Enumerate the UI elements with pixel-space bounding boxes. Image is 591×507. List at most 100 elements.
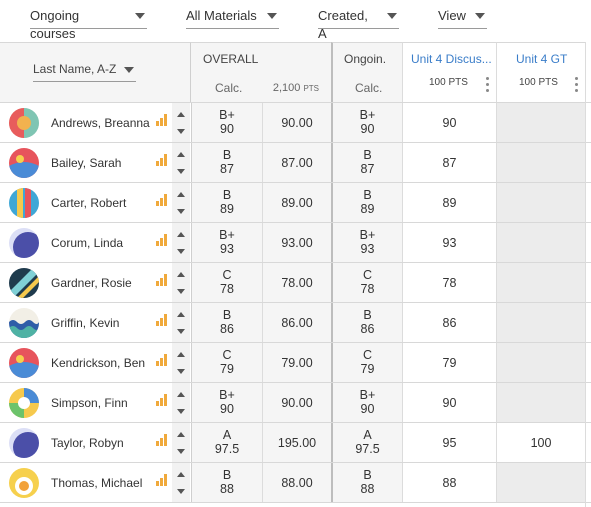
ongoing-column-header[interactable]: Ongoin. Calc. [331, 42, 402, 102]
row-stepper[interactable] [172, 263, 190, 303]
bar-chart-icon[interactable] [156, 234, 169, 246]
student-name[interactable]: Kendrickson, Ben [51, 356, 145, 370]
row-stepper[interactable] [172, 463, 190, 503]
assignment-header-unit4-gt[interactable]: Unit 4 GT 100 PTS [496, 42, 585, 102]
view-dropdown[interactable]: View [438, 7, 487, 29]
sort-created-dropdown[interactable]: Created, A [318, 7, 399, 41]
chevron-up-icon[interactable] [177, 232, 185, 237]
chevron-down-icon[interactable] [177, 449, 185, 454]
table-row: Thomas, Michael B 88 88.00 B 88 88 [0, 463, 591, 503]
student-cell[interactable]: Corum, Linda [0, 223, 172, 263]
unit4-gt-score-cell[interactable]: 100 [496, 423, 585, 463]
chevron-down-icon[interactable] [177, 369, 185, 374]
student-name[interactable]: Carter, Robert [51, 196, 126, 210]
unit4-gt-score-cell[interactable] [496, 183, 585, 223]
row-stepper[interactable] [172, 183, 190, 223]
bar-chart-icon[interactable] [156, 194, 169, 206]
bar-chart-icon[interactable] [156, 434, 169, 446]
student-cell[interactable]: Gardner, Rosie [0, 263, 172, 303]
chevron-down-icon[interactable] [177, 489, 185, 494]
chevron-up-icon[interactable] [177, 272, 185, 277]
unit4-gt-score-cell[interactable] [496, 263, 585, 303]
chevron-up-icon[interactable] [177, 432, 185, 437]
bar-chart-icon[interactable] [156, 474, 169, 486]
unit4-discussion-score-cell[interactable]: 88 [402, 463, 496, 503]
unit4-discussion-score-cell[interactable]: 79 [402, 343, 496, 383]
chevron-up-icon[interactable] [177, 392, 185, 397]
student-sort-dropdown[interactable]: Last Name, A-Z [33, 60, 136, 82]
chevron-down-icon[interactable] [177, 409, 185, 414]
overall-column-header[interactable]: OVERALL Calc. 2,100 PTS [190, 42, 331, 102]
student-cell[interactable]: Carter, Robert [0, 183, 172, 223]
unit4-gt-score-cell[interactable] [496, 383, 585, 423]
courses-filter-dropdown[interactable]: Ongoing courses [30, 7, 147, 41]
chevron-up-icon[interactable] [177, 192, 185, 197]
student-name[interactable]: Andrews, Breanna [51, 116, 150, 130]
unit4-discussion-score-cell[interactable]: 89 [402, 183, 496, 223]
student-cell[interactable]: Taylor, Robyn [0, 423, 172, 463]
unit4-gt-score-cell[interactable] [496, 303, 585, 343]
bar-chart-icon[interactable] [156, 114, 169, 126]
student-cell[interactable]: Simpson, Finn [0, 383, 172, 423]
overall-percent: 88 [220, 482, 234, 496]
unit4-gt-score-cell[interactable] [496, 463, 585, 503]
assignment-title[interactable]: Unit 4 Discus... [411, 52, 492, 66]
chevron-down-icon[interactable] [177, 329, 185, 334]
bar-chart-icon[interactable] [156, 154, 169, 166]
unit4-discussion-score-cell[interactable]: 86 [402, 303, 496, 343]
chevron-down-icon[interactable] [177, 169, 185, 174]
materials-filter-dropdown[interactable]: All Materials [186, 7, 279, 29]
unit4-gt-score-cell[interactable] [496, 223, 585, 263]
chevron-down-icon[interactable] [177, 209, 185, 214]
row-stepper[interactable] [172, 303, 190, 343]
student-name[interactable]: Simpson, Finn [51, 396, 128, 410]
unit4-discussion-score-cell[interactable]: 87 [402, 143, 496, 183]
unit4-discussion-score-cell[interactable]: 90 [402, 103, 496, 143]
ongoing-grade-cell: B 86 [331, 303, 402, 343]
chevron-down-icon[interactable] [177, 289, 185, 294]
chevron-up-icon[interactable] [177, 352, 185, 357]
row-stepper[interactable] [172, 343, 190, 383]
assignment-header-unit4-discussion[interactable]: Unit 4 Discus... 100 PTS [402, 42, 496, 102]
more-vertical-icon[interactable] [575, 77, 579, 93]
ongoing-percent: 79 [360, 362, 375, 376]
row-stepper[interactable] [172, 103, 190, 143]
bar-chart-icon[interactable] [156, 314, 169, 326]
unit4-discussion-score-cell[interactable]: 78 [402, 263, 496, 303]
unit4-discussion-score-cell[interactable]: 90 [402, 383, 496, 423]
chevron-up-icon[interactable] [177, 152, 185, 157]
bar-chart-icon[interactable] [156, 394, 169, 406]
row-stepper[interactable] [172, 143, 190, 183]
row-stepper[interactable] [172, 423, 190, 463]
bar-chart-icon[interactable] [156, 354, 169, 366]
bar-chart-icon[interactable] [156, 274, 169, 286]
student-name[interactable]: Corum, Linda [51, 236, 123, 250]
student-name[interactable]: Taylor, Robyn [51, 436, 124, 450]
student-cell[interactable]: Thomas, Michael [0, 463, 172, 503]
unit4-gt-score-cell[interactable] [496, 343, 585, 383]
row-stepper[interactable] [172, 223, 190, 263]
unit4-discussion-score-cell[interactable]: 93 [402, 223, 496, 263]
student-cell[interactable]: Andrews, Breanna [0, 103, 172, 143]
chevron-up-icon[interactable] [177, 312, 185, 317]
student-cell[interactable]: Bailey, Sarah [0, 143, 172, 183]
unit4-gt-score-cell[interactable] [496, 103, 585, 143]
chevron-up-icon[interactable] [177, 112, 185, 117]
unit4-gt-score-cell[interactable] [496, 143, 585, 183]
student-cell[interactable]: Kendrickson, Ben [0, 343, 172, 383]
overall-grade-cell: B+ 93 [191, 223, 262, 263]
overall-grade-cell: B+ 90 [191, 383, 262, 423]
student-name[interactable]: Bailey, Sarah [51, 156, 121, 170]
chevron-down-icon[interactable] [177, 249, 185, 254]
row-stepper[interactable] [172, 383, 190, 423]
unit4-discussion-score-cell[interactable]: 95 [402, 423, 496, 463]
student-name[interactable]: Gardner, Rosie [51, 276, 132, 290]
chevron-down-icon[interactable] [177, 129, 185, 134]
chevron-up-icon[interactable] [177, 472, 185, 477]
more-vertical-icon[interactable] [486, 77, 490, 93]
student-name[interactable]: Griffin, Kevin [51, 316, 119, 330]
assignment-title[interactable]: Unit 4 GT [516, 52, 567, 66]
student-name[interactable]: Thomas, Michael [51, 476, 142, 490]
student-cell[interactable]: Griffin, Kevin [0, 303, 172, 343]
overall-calc-label: Calc. [215, 81, 243, 95]
